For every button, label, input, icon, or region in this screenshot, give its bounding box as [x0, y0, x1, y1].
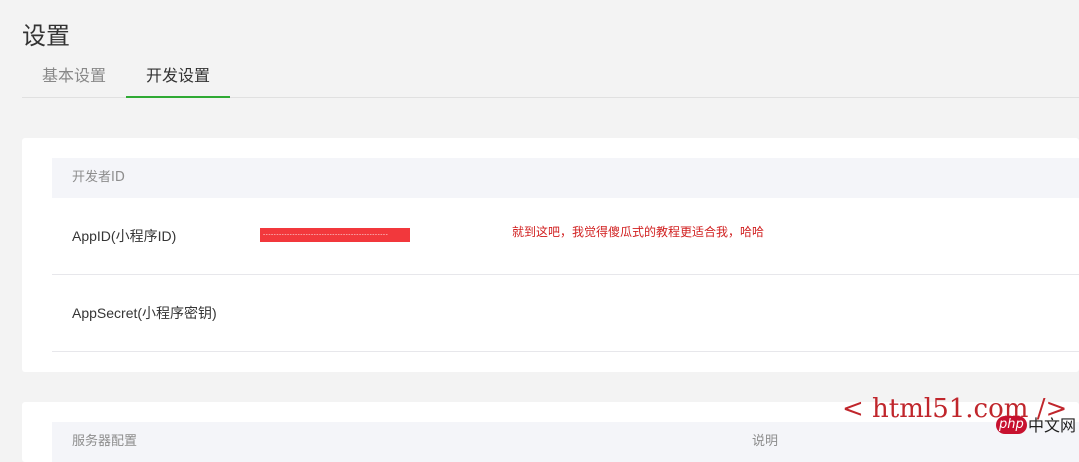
- php-cn-watermark: php 中文网: [996, 414, 1079, 446]
- section-title: 开发者ID: [72, 170, 125, 185]
- php-logo: php: [996, 416, 1027, 434]
- appsecret-row: AppSecret(小程序密钥): [52, 275, 1079, 352]
- developer-id-card: 开发者ID AppID(小程序ID) ‐‐‐‐‐‐‐‐‐‐‐‐‐‐‐‐‐‐‐‐‐…: [22, 138, 1079, 372]
- tab-bar: 基本设置 开发设置: [22, 56, 1079, 98]
- server-config-section-header: 服务器配置 说明: [52, 422, 1079, 462]
- appid-row: AppID(小程序ID) ‐‐‐‐‐‐‐‐‐‐‐‐‐‐‐‐‐‐‐‐‐‐‐‐‐‐‐…: [52, 198, 1079, 275]
- annotation-note: 就到这吧，我觉得傻瓜式的教程更适合我，哈哈: [512, 225, 765, 239]
- section-desc-label: 说明: [752, 434, 779, 449]
- redacted-appid-value: ‐‐‐‐‐‐‐‐‐‐‐‐‐‐‐‐‐‐‐‐‐‐‐‐‐‐‐‐‐‐‐‐‐‐‐‐‐‐‐‐…: [260, 228, 410, 242]
- appsecret-label: AppSecret(小程序密钥): [72, 305, 217, 321]
- appid-label: AppID(小程序ID): [72, 228, 177, 244]
- redaction-marks: ‐‐‐‐‐‐‐‐‐‐‐‐‐‐‐‐‐‐‐‐‐‐‐‐‐‐‐‐‐‐‐‐‐‐‐‐‐‐‐‐…: [263, 231, 389, 238]
- developer-id-section-header: 开发者ID: [52, 158, 1079, 198]
- tab-basic-settings[interactable]: 基本设置: [34, 56, 114, 96]
- section-title: 服务器配置: [72, 434, 138, 449]
- tab-dev-settings[interactable]: 开发设置: [126, 56, 230, 98]
- page-title: 设置: [22, 22, 70, 51]
- php-watermark-text: 中文网: [1028, 416, 1077, 435]
